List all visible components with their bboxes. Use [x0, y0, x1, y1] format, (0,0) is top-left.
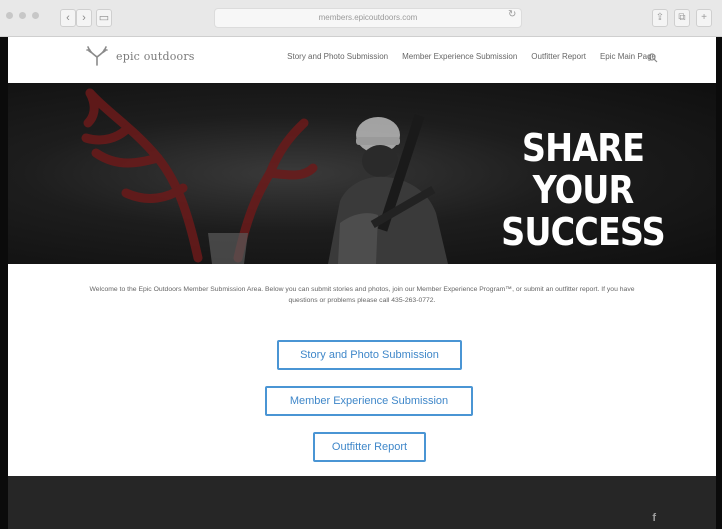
minimize-window-button[interactable] [19, 12, 26, 19]
back-button[interactable]: ‹ [60, 9, 76, 27]
forward-button[interactable]: › [76, 9, 92, 27]
outfitter-report-button[interactable]: Outfitter Report [313, 432, 426, 462]
hero-banner: SHARE YOUR SUCCESS [8, 83, 716, 264]
site-header: epic outdoors Story and Photo Submission… [8, 37, 716, 83]
reload-icon[interactable]: ↻ [508, 9, 516, 20]
close-window-button[interactable] [6, 12, 13, 19]
browser-actions: ⇪ ⧉ + [652, 9, 712, 27]
logo-text: epic outdoors [116, 49, 195, 63]
hero-title-line-1: SHARE YOUR [521, 126, 645, 212]
maximize-window-button[interactable] [32, 12, 39, 19]
nav-member-experience[interactable]: Member Experience Submission [402, 52, 517, 61]
window-controls [6, 12, 39, 19]
tabs-button[interactable]: ⧉ [674, 9, 690, 27]
facebook-icon[interactable]: f [652, 512, 656, 524]
hero-title: SHARE YOUR SUCCESS [477, 127, 688, 253]
address-bar[interactable]: members.epicoutdoors.com [214, 8, 522, 28]
member-experience-submission-button[interactable]: Member Experience Submission [265, 386, 473, 416]
share-button[interactable]: ⇪ [652, 9, 668, 27]
address-bar-url: members.epicoutdoors.com [318, 13, 418, 22]
nav-outfitter-report[interactable]: Outfitter Report [531, 52, 586, 61]
new-tab-button[interactable]: + [696, 9, 712, 27]
story-photo-submission-button[interactable]: Story and Photo Submission [277, 340, 462, 370]
hero-title-line-2: SUCCESS [501, 210, 666, 254]
main-nav: Story and Photo Submission Member Experi… [287, 52, 656, 61]
site-logo[interactable]: epic outdoors [82, 45, 195, 67]
sidebar-toggle-button[interactable]: ▭ [96, 9, 112, 27]
site-footer: f [8, 476, 716, 529]
antler-logo-icon [86, 46, 108, 66]
browser-toolbar: ‹ › ▭ members.epicoutdoors.com ↻ ⇪ ⧉ + [0, 0, 722, 37]
welcome-text: Welcome to the Epic Outdoors Member Subm… [89, 286, 635, 304]
main-content: Welcome to the Epic Outdoors Member Subm… [8, 264, 716, 476]
search-icon[interactable] [648, 53, 658, 63]
nav-story-photo[interactable]: Story and Photo Submission [287, 52, 388, 61]
